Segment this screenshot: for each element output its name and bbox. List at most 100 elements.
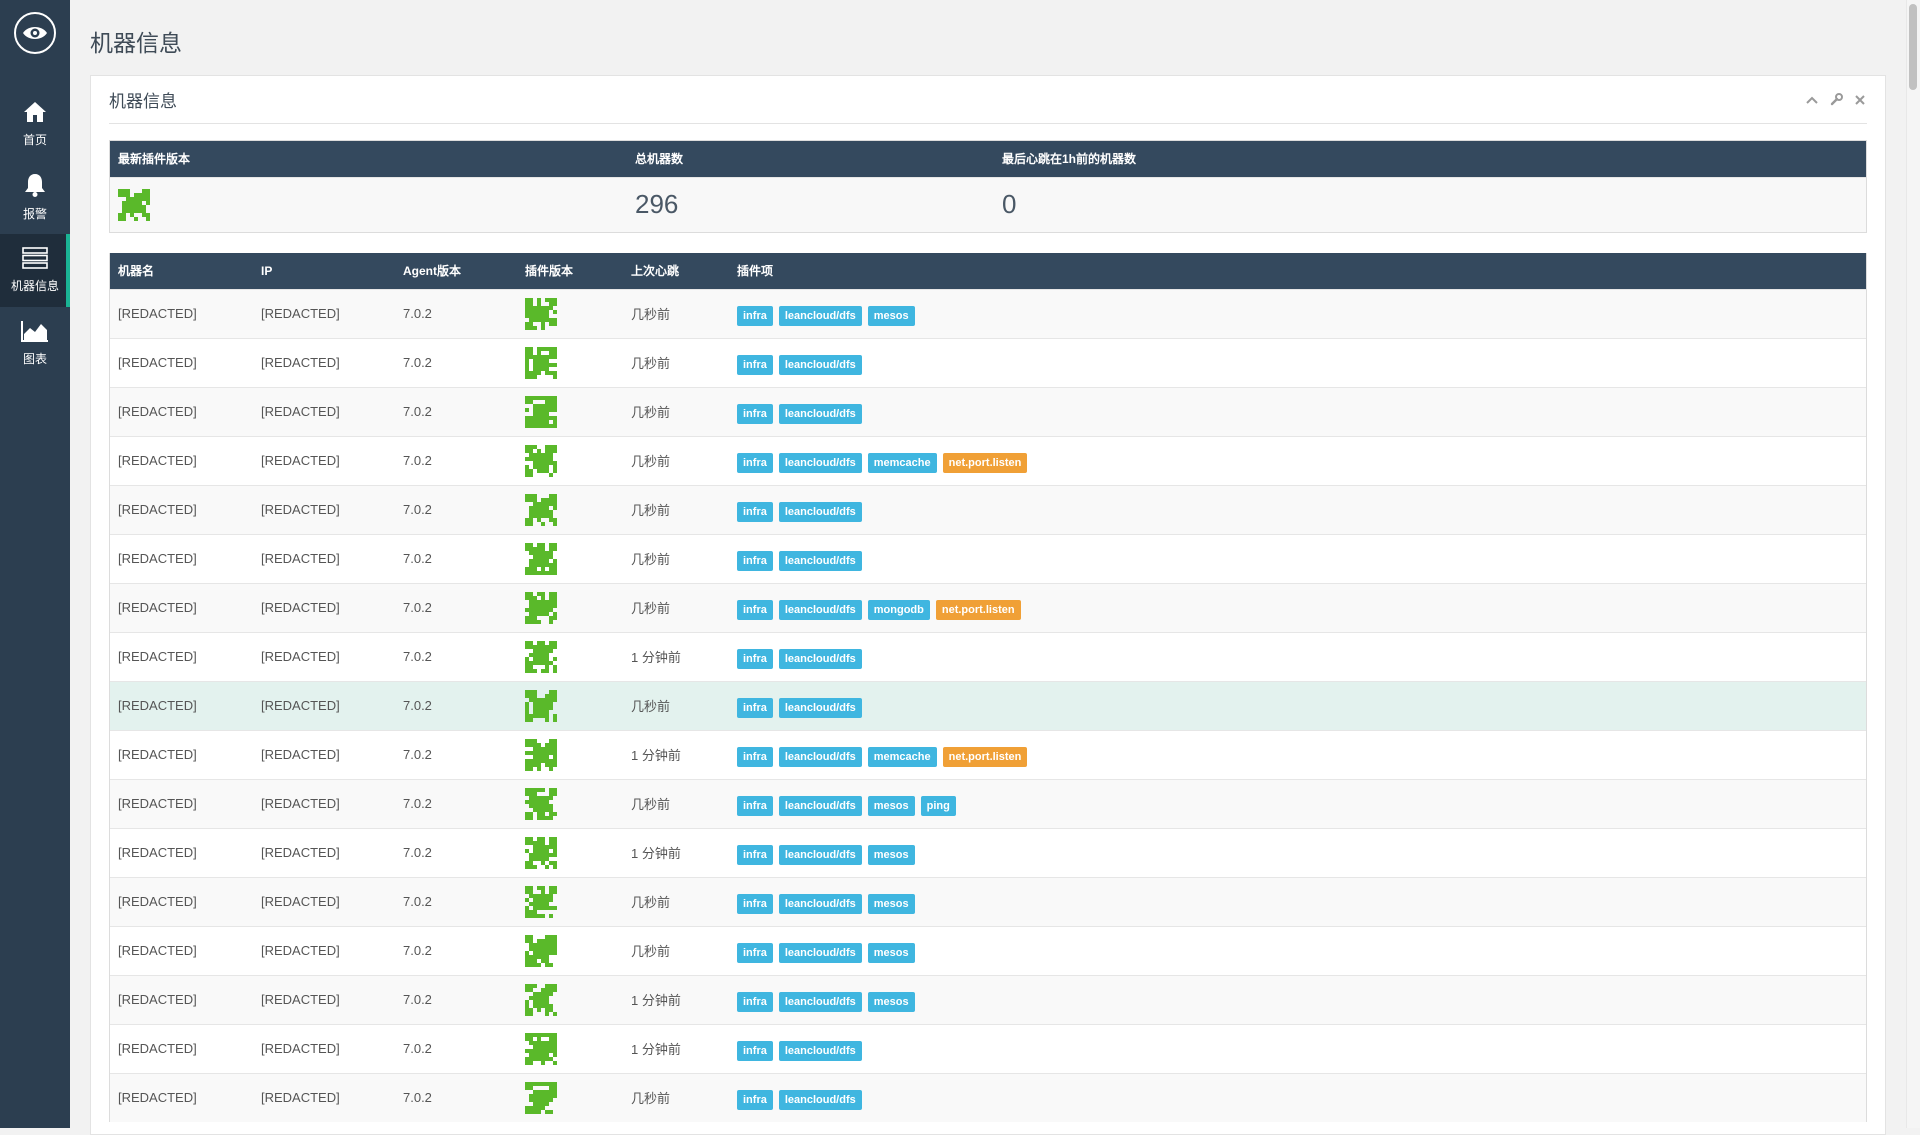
plugin-tag[interactable]: mesos xyxy=(867,942,915,963)
plugin-tag[interactable]: infra xyxy=(737,991,773,1012)
plugin-tag[interactable]: infra xyxy=(737,1040,773,1061)
machine-name[interactable]: [REDACTED] xyxy=(110,1023,253,1073)
plugin-tag[interactable]: infra xyxy=(737,550,773,571)
plugin-tag[interactable]: infra xyxy=(737,452,773,473)
machine-name[interactable]: [REDACTED] xyxy=(110,435,253,485)
plugin-tag[interactable]: memcache xyxy=(867,452,937,473)
plugin-tag[interactable]: leancloud/dfs xyxy=(778,501,862,522)
plugin-tag[interactable]: mesos xyxy=(867,305,915,326)
table-row[interactable]: [REDACTED] [REDACTED] 7.0.2 1 分钟前 infra leanc… xyxy=(110,974,1866,1024)
scrollbar-thumb[interactable] xyxy=(1909,4,1917,90)
machine-name[interactable]: [REDACTED] xyxy=(110,925,253,975)
machine-name[interactable]: [REDACTED] xyxy=(110,484,253,534)
table-row[interactable]: [REDACTED] [REDACTED] 7.0.2 1 分钟前 infra leanc… xyxy=(110,631,1866,681)
plugin-tag[interactable]: leancloud/dfs xyxy=(778,844,862,865)
plugin-tag[interactable]: mesos xyxy=(867,795,915,816)
col-header-plugins[interactable]: 插件项 xyxy=(729,253,1866,289)
plugin-tag[interactable]: leancloud/dfs xyxy=(778,452,862,473)
machine-name[interactable]: [REDACTED] xyxy=(110,827,253,877)
collapse-icon[interactable] xyxy=(1805,93,1819,107)
sidebar-item-charts[interactable]: 图表 xyxy=(0,307,70,380)
plugin-tag[interactable]: mesos xyxy=(867,893,915,914)
sidebar-item-machine-info[interactable]: 机器信息 xyxy=(0,234,70,307)
plugin-tag[interactable]: leancloud/dfs xyxy=(778,550,862,571)
plugin-tag[interactable]: infra xyxy=(737,305,773,326)
plugin-tag[interactable]: leancloud/dfs xyxy=(778,746,862,767)
plugin-tag[interactable]: infra xyxy=(737,1089,773,1110)
plugin-tag[interactable]: leancloud/dfs xyxy=(778,893,862,914)
col-header-name[interactable]: 机器名 xyxy=(110,253,253,289)
plugin-tag[interactable]: mongodb xyxy=(867,599,930,620)
table-row[interactable]: [REDACTED] [REDACTED] 7.0.2 几秒前 infra leanclo… xyxy=(110,925,1866,975)
table-row[interactable]: [REDACTED] [REDACTED] 7.0.2 几秒前 infra leanclo… xyxy=(110,1072,1866,1122)
machine-name[interactable]: [REDACTED] xyxy=(110,533,253,583)
table-row[interactable]: [REDACTED] [REDACTED] 7.0.2 几秒前 infra leanclo… xyxy=(110,435,1866,485)
plugin-tag[interactable]: leancloud/dfs xyxy=(778,795,862,816)
plugin-tag[interactable]: leancloud/dfs xyxy=(778,697,862,718)
plugin-tag[interactable]: infra xyxy=(737,746,773,767)
col-header-plugin-version[interactable]: 插件版本 xyxy=(517,253,623,289)
plugin-tag[interactable]: infra xyxy=(737,844,773,865)
plugin-tag[interactable]: infra xyxy=(737,648,773,669)
table-row[interactable]: [REDACTED] [REDACTED] 7.0.2 几秒前 infra leanclo… xyxy=(110,288,1866,338)
page-scrollbar[interactable] xyxy=(1906,0,1920,1128)
plugin-tag[interactable]: leancloud/dfs xyxy=(778,403,862,424)
plugin-tag[interactable]: leancloud/dfs xyxy=(778,1089,862,1110)
last-heartbeat: 几秒前 xyxy=(623,778,729,828)
sidebar-item-home[interactable]: 首页 xyxy=(0,88,70,161)
table-row[interactable]: [REDACTED] [REDACTED] 7.0.2 几秒前 infra leanclo… xyxy=(110,337,1866,387)
plugin-tag[interactable]: net.port.listen xyxy=(935,599,1021,620)
plugin-tag[interactable]: leancloud/dfs xyxy=(778,305,862,326)
plugin-tag[interactable]: ping xyxy=(920,795,956,816)
table-row[interactable]: [REDACTED] [REDACTED] 7.0.2 几秒前 infra leanclo… xyxy=(110,778,1866,828)
table-row[interactable]: [REDACTED] [REDACTED] 7.0.2 1 分钟前 infra leanc… xyxy=(110,729,1866,779)
plugin-tag[interactable]: infra xyxy=(737,599,773,620)
plugin-tag[interactable]: leancloud/dfs xyxy=(778,1040,862,1061)
plugin-tag[interactable]: infra xyxy=(737,942,773,963)
col-header-agent-version[interactable]: Agent版本 xyxy=(395,253,517,289)
machine-name[interactable]: [REDACTED] xyxy=(110,729,253,779)
plugin-tag[interactable]: infra xyxy=(737,354,773,375)
plugin-tag[interactable]: infra xyxy=(737,697,773,718)
sidebar-item-alarm[interactable]: 报警 xyxy=(0,161,70,234)
brand-logo[interactable] xyxy=(0,0,70,66)
plugin-tag[interactable]: net.port.listen xyxy=(942,452,1028,473)
plugin-tag[interactable]: leancloud/dfs xyxy=(778,354,862,375)
plugin-tag[interactable]: net.port.listen xyxy=(942,746,1028,767)
plugin-tag[interactable]: infra xyxy=(737,501,773,522)
machine-name[interactable]: [REDACTED] xyxy=(110,1072,253,1122)
table-row[interactable]: [REDACTED] [REDACTED] 7.0.2 几秒前 infra leanclo… xyxy=(110,533,1866,583)
table-row[interactable]: [REDACTED] [REDACTED] 7.0.2 1 分钟前 infra leanc… xyxy=(110,1023,1866,1073)
col-header-last-heartbeat[interactable]: 上次心跳 xyxy=(623,253,729,289)
table-row[interactable]: [REDACTED] [REDACTED] 7.0.2 几秒前 infra leanclo… xyxy=(110,876,1866,926)
table-row[interactable]: [REDACTED] [REDACTED] 7.0.2 几秒前 infra leanclo… xyxy=(110,484,1866,534)
table-row[interactable]: [REDACTED] [REDACTED] 7.0.2 1 分钟前 infra leanc… xyxy=(110,827,1866,877)
plugin-tag[interactable]: infra xyxy=(737,893,773,914)
plugin-tag[interactable]: infra xyxy=(737,795,773,816)
plugin-tag[interactable]: mesos xyxy=(867,844,915,865)
plugin-tag[interactable]: mesos xyxy=(867,991,915,1012)
plugin-tag[interactable]: leancloud/dfs xyxy=(778,991,862,1012)
close-icon[interactable] xyxy=(1853,93,1867,107)
machine-name[interactable]: [REDACTED] xyxy=(110,631,253,681)
table-row[interactable]: [REDACTED] [REDACTED] 7.0.2 几秒前 infra leanclo… xyxy=(110,386,1866,436)
machine-name[interactable]: [REDACTED] xyxy=(110,386,253,436)
plugin-version-cell xyxy=(517,925,623,975)
table-row[interactable]: [REDACTED] [REDACTED] 7.0.2 几秒前 infra leanclo… xyxy=(110,680,1866,730)
machine-name[interactable]: [REDACTED] xyxy=(110,778,253,828)
wrench-icon[interactable] xyxy=(1829,93,1843,107)
machine-name[interactable]: [REDACTED] xyxy=(110,974,253,1024)
machine-name[interactable]: [REDACTED] xyxy=(110,288,253,338)
col-header-ip[interactable]: IP xyxy=(253,253,395,289)
plugin-tag[interactable]: infra xyxy=(737,403,773,424)
machine-name[interactable]: [REDACTED] xyxy=(110,582,253,632)
plugin-tag[interactable]: leancloud/dfs xyxy=(778,942,862,963)
plugin-tag[interactable]: leancloud/dfs xyxy=(778,599,862,620)
agent-version: 7.0.2 xyxy=(395,582,517,632)
table-row[interactable]: [REDACTED] [REDACTED] 7.0.2 几秒前 infra leanclo… xyxy=(110,582,1866,632)
plugin-tag[interactable]: memcache xyxy=(867,746,937,767)
machine-name[interactable]: [REDACTED] xyxy=(110,876,253,926)
plugin-tag[interactable]: leancloud/dfs xyxy=(778,648,862,669)
machine-name[interactable]: [REDACTED] xyxy=(110,680,253,730)
machine-name[interactable]: [REDACTED] xyxy=(110,337,253,387)
